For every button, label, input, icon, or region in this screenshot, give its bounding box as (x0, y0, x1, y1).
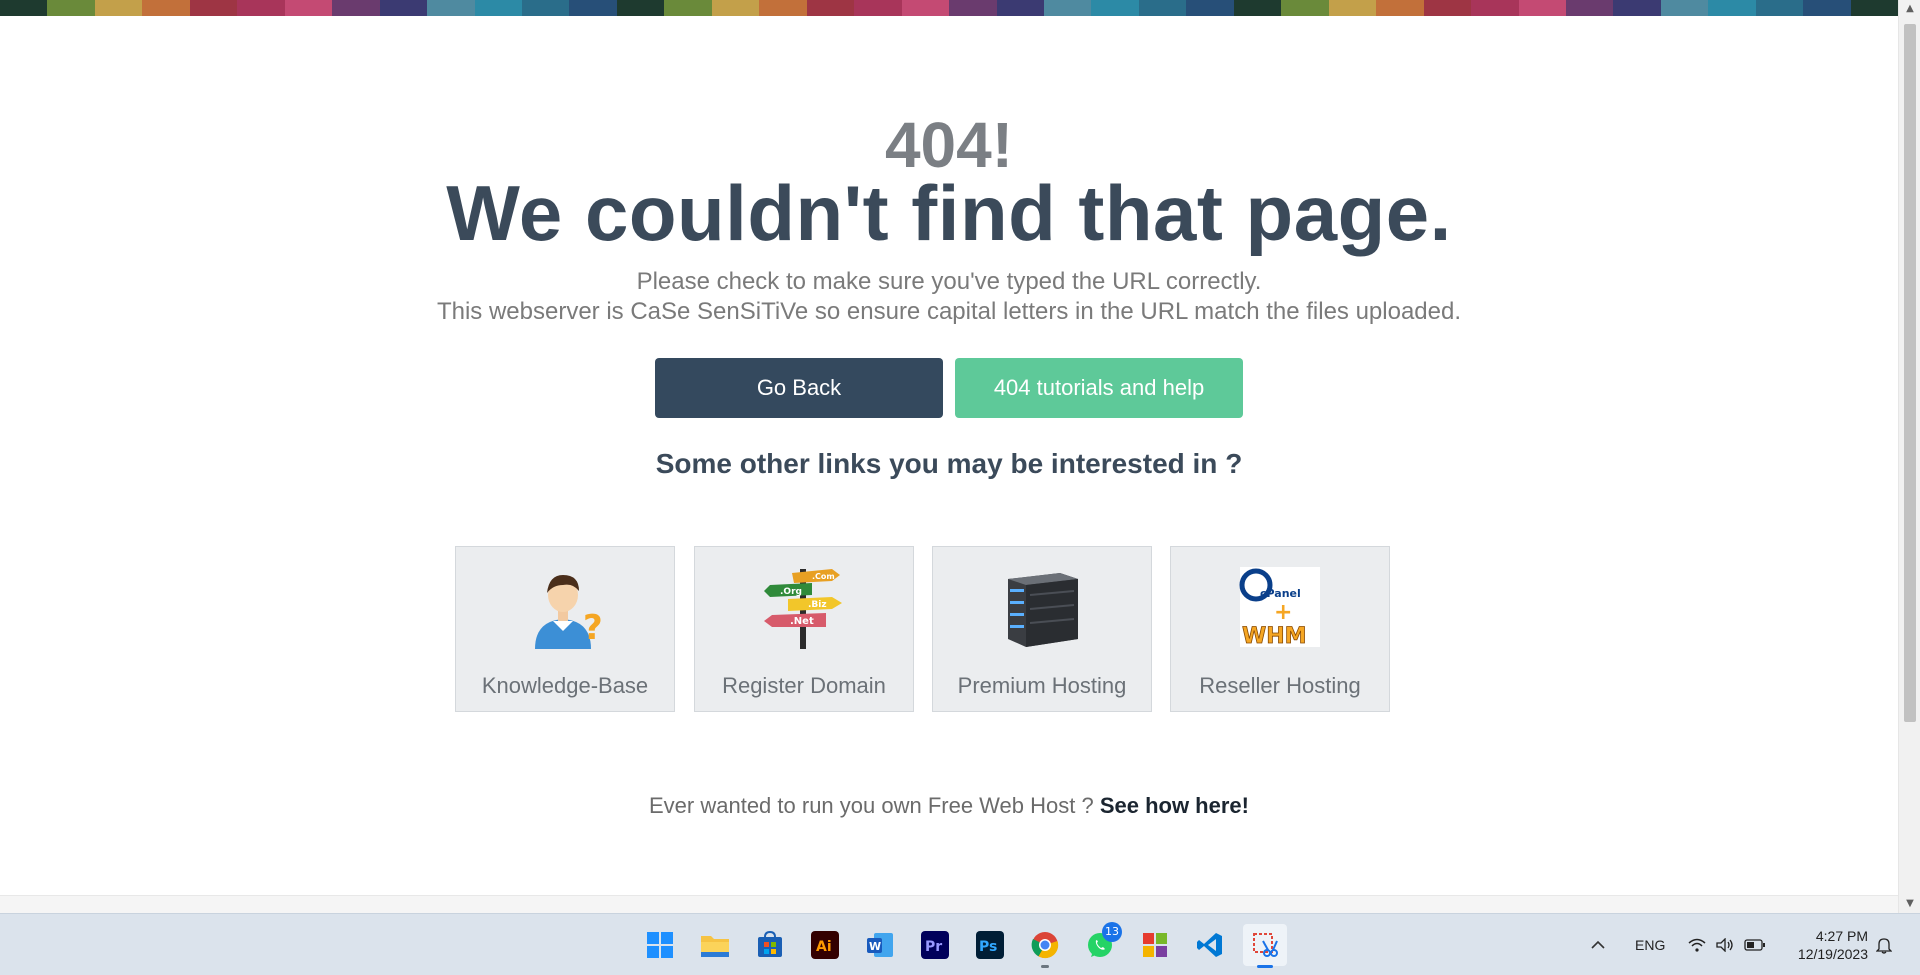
svg-text:.Com: .Com (812, 572, 835, 581)
show-hidden-icons-chevron-icon[interactable] (1590, 914, 1606, 975)
svg-text:Ai: Ai (816, 939, 832, 955)
system-tray-icons[interactable] (1688, 914, 1766, 975)
scroll-up-icon[interactable]: ▲ (1899, 0, 1920, 18)
card-label: Register Domain (722, 673, 886, 698)
taskbar: Ai W Pr Ps 13 ENG 4:27 PM 12/19/2023 (0, 913, 1920, 975)
card-register-domain[interactable]: .Com .Org .Biz .Net Register Domain (694, 546, 914, 712)
svg-text:.Biz: .Biz (808, 600, 827, 610)
file-explorer-icon[interactable] (693, 924, 737, 966)
photoshop-icon[interactable]: Ps (968, 924, 1012, 966)
other-links-heading: Some other links you may be interested i… (655, 448, 1243, 479)
vertical-scrollbar[interactable]: ▲ ▼ (1898, 0, 1920, 913)
page-title: We couldn't find that page. (446, 169, 1452, 257)
notification-badge: 13 (1102, 922, 1122, 942)
help-text-case: This webserver is CaSe SenSiTiVe so ensu… (436, 298, 1462, 325)
battery-icon (1744, 939, 1765, 951)
svg-text:Ps: Ps (979, 939, 997, 955)
card-label: Knowledge-Base (481, 673, 649, 698)
card-premium-hosting[interactable]: Premium Hosting (932, 546, 1152, 712)
notification-bell-icon[interactable] (1876, 914, 1892, 975)
language-indicator[interactable]: ENG (1635, 914, 1665, 975)
tutorials-help-button[interactable]: 404 tutorials and help (955, 358, 1243, 418)
chrome-icon[interactable] (1023, 924, 1067, 968)
svg-text:W: W (869, 940, 881, 953)
promo-text: Ever wanted to run you own Free Web Host… (649, 793, 1100, 818)
scroll-down-icon[interactable]: ▼ (1899, 895, 1920, 913)
store-icon[interactable] (748, 924, 792, 966)
svg-text:+: + (1274, 600, 1292, 625)
scrollbar-thumb[interactable] (1904, 24, 1916, 722)
premiere-icon[interactable]: Pr (913, 924, 957, 966)
svg-text:?: ? (583, 608, 603, 648)
start-icon[interactable] (638, 924, 682, 966)
server-icon (1008, 573, 1078, 647)
card-reseller-hosting[interactable]: cPanel + WHM Reseller Hosting (1170, 546, 1390, 712)
clock-time: 4:27 PM (1815, 928, 1868, 944)
see-how-link[interactable]: See how here! (1100, 793, 1249, 818)
cpanel-whm-icon: cPanel + WHM (1239, 567, 1320, 649)
error-page: 404! We couldn't find that page. Please … (0, 0, 1898, 895)
whatsapp-icon[interactable]: 13 (1078, 922, 1122, 966)
svg-text:Pr: Pr (925, 939, 942, 955)
horizontal-scrollbar[interactable] (0, 895, 1898, 913)
svg-text:WHM: WHM (1242, 624, 1307, 649)
card-knowledge-base[interactable]: ? Knowledge-Base (455, 546, 675, 712)
illustrator-icon[interactable]: Ai (803, 924, 847, 966)
vscode-icon[interactable] (1188, 924, 1232, 966)
clock[interactable]: 4:27 PM 12/19/2023 (1784, 914, 1868, 975)
volume-icon (1716, 938, 1733, 952)
svg-text:.Net: .Net (790, 616, 814, 627)
svg-text:.Org: .Org (780, 587, 802, 597)
card-label: Reseller Hosting (1199, 673, 1361, 698)
clock-date: 12/19/2023 (1797, 946, 1868, 962)
wifi-icon (1688, 938, 1706, 952)
free-host-promo: Ever wanted to run you own Free Web Host… (0, 793, 1898, 819)
card-label: Premium Hosting (957, 673, 1127, 698)
svg-text:cPanel: cPanel (1260, 587, 1301, 600)
word-icon[interactable]: W (858, 924, 902, 966)
domain-signpost-icon: .Com .Org .Biz .Net (764, 569, 842, 649)
help-text-url: Please check to make sure you've typed t… (636, 268, 1262, 295)
knowledge-base-icon: ? (535, 575, 603, 649)
office-icon[interactable] (1133, 924, 1177, 966)
snipping-tool-icon[interactable] (1243, 924, 1287, 968)
taskbar-apps: Ai W Pr Ps 13 (638, 922, 1287, 968)
go-back-button[interactable]: Go Back (655, 358, 943, 418)
